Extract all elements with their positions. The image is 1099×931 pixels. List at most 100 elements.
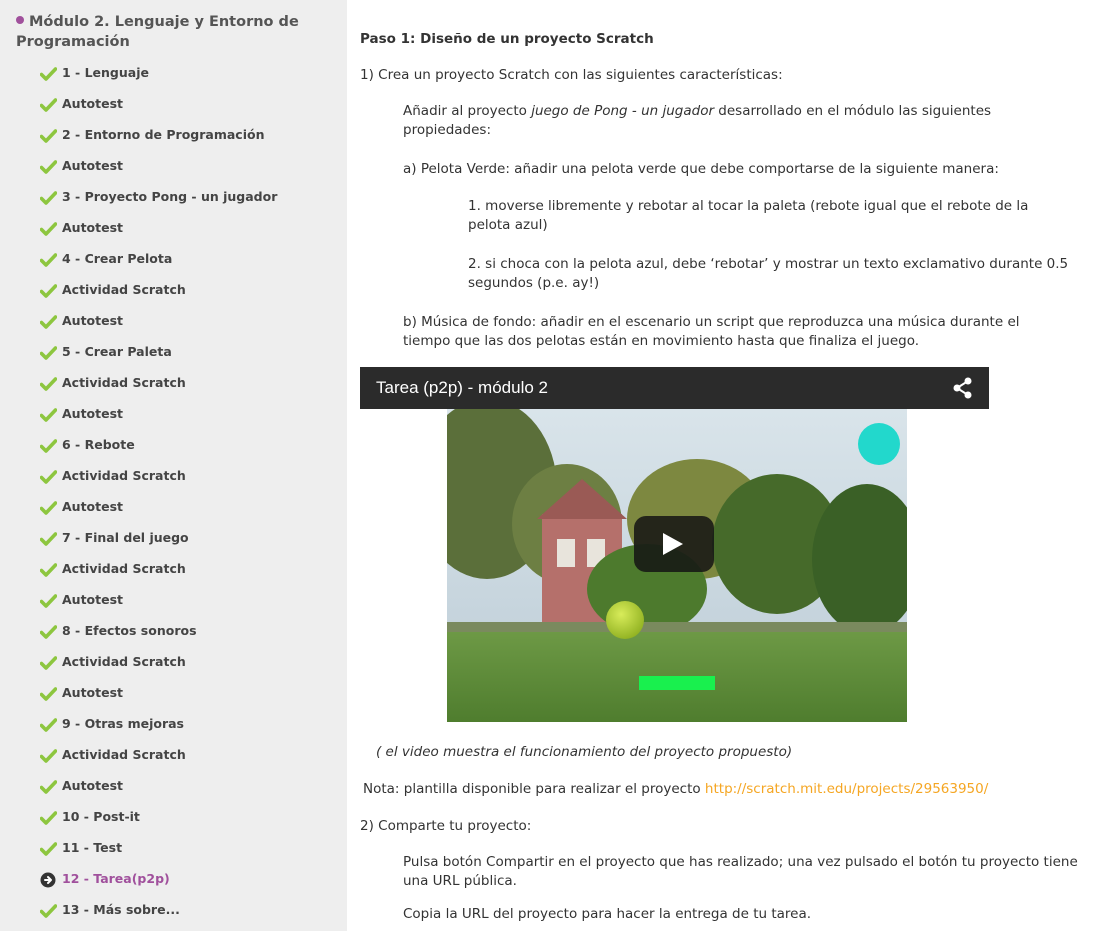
video-title-bar: Tarea (p2p) - módulo 2	[360, 367, 989, 409]
sidebar-item[interactable]: Autotest	[40, 403, 123, 425]
sidebar-item[interactable]: Autotest	[40, 217, 123, 239]
sidebar-item-label: 3 - Proyecto Pong - un jugador	[62, 189, 278, 204]
sidebar-item[interactable]: Actividad Scratch	[40, 372, 186, 394]
check-icon	[40, 190, 58, 205]
sidebar-item-label: 4 - Crear Pelota	[62, 251, 173, 266]
requirement-a: a) Pelota Verde: añadir una pelota verde…	[403, 161, 999, 177]
sidebar-item-label: Autotest	[62, 96, 124, 111]
check-icon	[40, 686, 58, 701]
sidebar-item-label: Autotest	[62, 499, 124, 514]
play-button[interactable]	[634, 516, 714, 572]
intro-paragraph: Añadir al proyecto juego de Pong - un ju…	[403, 103, 992, 138]
sidebar-item[interactable]: 10 - Post-it	[40, 806, 140, 828]
sidebar-item[interactable]: 5 - Crear Paleta	[40, 341, 172, 363]
instruction-1: 1) Crea un proyecto Scratch con las sigu…	[360, 67, 783, 83]
video-caption: ( el video muestra el funcionamiento del…	[376, 744, 793, 760]
requirement-b: b) Música de fondo: añadir en el escenar…	[403, 314, 1020, 349]
sidebar-item-label: Autotest	[62, 778, 124, 793]
copy-url-instruction: Copia la URL del proyecto para hacer la …	[403, 906, 812, 922]
project-name: juego de Pong - un jugador	[531, 103, 714, 119]
blue-ball	[858, 423, 900, 465]
sidebar-item-label: Autotest	[62, 313, 124, 328]
sidebar-item[interactable]: Actividad Scratch	[40, 744, 186, 766]
check-icon	[40, 748, 58, 763]
sidebar-item[interactable]: Actividad Scratch	[40, 279, 186, 301]
video-title[interactable]: Tarea (p2p) - módulo 2	[360, 378, 548, 397]
sidebar-item-label: Autotest	[62, 685, 124, 700]
check-icon	[40, 159, 58, 174]
sidebar-item[interactable]: 9 - Otras mejoras	[40, 713, 184, 735]
sidebar-item[interactable]: Autotest	[40, 682, 123, 704]
sidebar-item[interactable]: 12 - Tarea(p2p)	[40, 868, 170, 890]
sidebar-item-label: 9 - Otras mejoras	[62, 716, 184, 731]
check-icon	[40, 66, 58, 81]
check-icon	[40, 128, 58, 143]
module-title[interactable]: Módulo 2. Lenguaje y Entorno de Programa…	[16, 12, 336, 52]
sidebar-item-label: Actividad Scratch	[62, 375, 186, 390]
sidebar-item-label: 5 - Crear Paleta	[62, 344, 172, 359]
sidebar-item-label: 13 - Más sobre...	[62, 902, 180, 917]
sidebar-item-label: Autotest	[62, 592, 124, 607]
check-icon	[40, 97, 58, 112]
check-icon	[40, 841, 58, 856]
sidebar-item-label: 7 - Final del juego	[62, 530, 189, 545]
template-note: Nota: plantilla disponible para realizar…	[363, 781, 989, 797]
sidebar-item[interactable]: Autotest	[40, 589, 123, 611]
share-instruction: Pulsa botón Compartir en el proyecto que…	[403, 854, 1078, 889]
sidebar-item-label: 6 - Rebote	[62, 437, 135, 452]
check-icon	[40, 903, 58, 918]
sidebar-item[interactable]: Autotest	[40, 93, 123, 115]
sidebar-item[interactable]: Actividad Scratch	[40, 558, 186, 580]
check-icon	[40, 252, 58, 267]
sidebar-item[interactable]: 8 - Efectos sonoros	[40, 620, 197, 642]
sidebar-item[interactable]: Autotest	[40, 775, 123, 797]
sidebar-item[interactable]: 11 - Test	[40, 837, 122, 859]
sidebar-item-label: 11 - Test	[62, 840, 123, 855]
sidebar-item-label: Actividad Scratch	[62, 468, 186, 483]
check-icon	[40, 469, 58, 484]
check-icon	[40, 283, 58, 298]
check-icon	[40, 438, 58, 453]
check-icon	[40, 593, 58, 608]
check-icon	[40, 717, 58, 732]
check-icon	[40, 376, 58, 391]
sidebar-item-label: 10 - Post-it	[62, 809, 140, 824]
sidebar-item[interactable]: 1 - Lenguaje	[40, 62, 149, 84]
sidebar-item[interactable]: 13 - Más sobre...	[40, 899, 180, 921]
sidebar-item[interactable]: Autotest	[40, 496, 123, 518]
sidebar-item-label: Autotest	[62, 406, 124, 421]
sidebar-item[interactable]: Autotest	[40, 155, 123, 177]
share-icon[interactable]	[953, 377, 973, 399]
sidebar-item[interactable]: Actividad Scratch	[40, 465, 186, 487]
sidebar-item-label: Actividad Scratch	[62, 561, 186, 576]
check-icon	[40, 810, 58, 825]
play-icon	[663, 533, 683, 555]
check-icon	[40, 655, 58, 670]
sidebar-item[interactable]: Autotest	[40, 310, 123, 332]
sidebar-item[interactable]: 6 - Rebote	[40, 434, 135, 456]
sidebar-item[interactable]: Actividad Scratch	[40, 651, 186, 673]
sidebar-item[interactable]: 3 - Proyecto Pong - un jugador	[40, 186, 277, 208]
step-title: Paso 1: Diseño de un proyecto Scratch	[360, 31, 654, 47]
sidebar: Módulo 2. Lenguaje y Entorno de Programa…	[0, 0, 347, 931]
sidebar-item[interactable]: 7 - Final del juego	[40, 527, 189, 549]
sidebar-item[interactable]: 4 - Crear Pelota	[40, 248, 172, 270]
sidebar-item-label: Actividad Scratch	[62, 282, 186, 297]
sidebar-item-label: Actividad Scratch	[62, 654, 186, 669]
sidebar-item-label: Autotest	[62, 220, 124, 235]
check-icon	[40, 345, 58, 360]
check-icon	[40, 500, 58, 515]
check-icon	[40, 562, 58, 577]
sidebar-item[interactable]: 2 - Entorno de Programación	[40, 124, 264, 146]
check-icon	[40, 314, 58, 329]
check-icon	[40, 779, 58, 794]
main-content: Paso 1: Diseño de un proyecto Scratch 1)…	[360, 0, 1099, 931]
sidebar-item-label: 8 - Efectos sonoros	[62, 623, 197, 638]
check-icon	[40, 221, 58, 236]
requirement-a2: 2. si choca con la pelota azul, debe ‘re…	[468, 256, 1069, 291]
template-link[interactable]: http://scratch.mit.edu/projects/29563950…	[705, 781, 988, 797]
check-icon	[40, 407, 58, 422]
sidebar-item-label: 12 - Tarea(p2p)	[62, 871, 170, 886]
check-icon	[40, 531, 58, 546]
video-player[interactable]: Tarea (p2p) - módulo 2	[360, 367, 989, 722]
